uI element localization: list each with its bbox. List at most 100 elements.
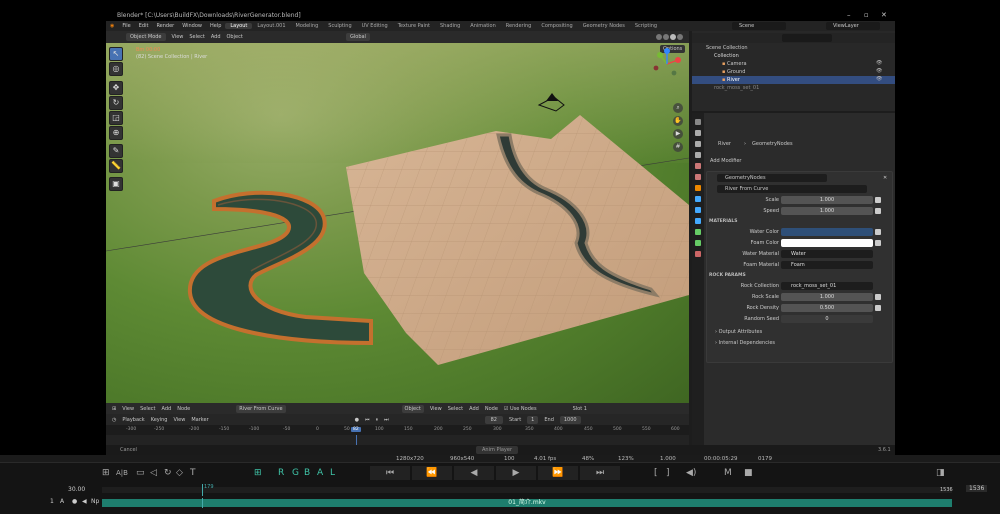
channel-l[interactable]: L (330, 466, 335, 480)
tab-layout[interactable]: Layout (225, 23, 253, 29)
node-menu-add[interactable]: Add (162, 406, 172, 412)
select-box-tool-icon[interactable]: ↖ (109, 47, 123, 61)
text-icon[interactable]: T (190, 466, 196, 480)
3d-viewport[interactable]: Bm 00:00 (82) Scene Collection | River ↖… (106, 43, 689, 403)
keyframe-icon[interactable] (875, 294, 881, 300)
tab-texture-paint[interactable]: Texture Paint (393, 23, 435, 29)
anim-player-status[interactable]: Anim Player (476, 446, 518, 454)
view-layer-selector[interactable]: ViewLayer (826, 22, 880, 30)
node2-menu-node[interactable]: Node (485, 406, 498, 412)
node-menu-select[interactable]: Select (140, 406, 155, 412)
tab-shading[interactable]: Shading (435, 23, 465, 29)
current-frame-field[interactable]: 82 (484, 415, 503, 424)
physics-tab-icon[interactable] (695, 218, 701, 224)
object-tab-icon[interactable] (695, 185, 701, 191)
keyframe-icon[interactable] (875, 305, 881, 311)
add-modifier-button[interactable]: Add Modifier (710, 158, 742, 164)
keyframe-icon[interactable] (875, 208, 881, 214)
channel-a[interactable]: A (317, 466, 323, 480)
mark-out-icon[interactable]: ] (666, 466, 670, 480)
world-tab-icon[interactable] (695, 174, 701, 180)
data-tab-icon[interactable] (695, 240, 701, 246)
ab-compare-icon[interactable]: A|B (116, 466, 128, 480)
visibility-eye-icon[interactable]: 👁 (876, 68, 882, 74)
node-menu-view[interactable]: View (122, 406, 134, 412)
menu-edit[interactable]: Edit (135, 23, 153, 29)
menu-help[interactable]: Help (206, 23, 225, 29)
tool-tab-icon[interactable] (695, 119, 701, 125)
timeline-ruler[interactable]: -300 -250 -200 -150 -100 -50 0 50 82 100… (106, 425, 689, 435)
timeline-menu-view[interactable]: View (173, 417, 185, 423)
speed-field[interactable]: 1.000 (781, 207, 873, 215)
play-icon[interactable]: ▶ (496, 466, 536, 480)
close-icon[interactable]: ✕ (881, 10, 887, 21)
track-visibility-icon[interactable]: ● (72, 498, 77, 505)
rock-scale-field[interactable]: 1.000 (781, 293, 873, 301)
material-tab-icon[interactable] (695, 251, 701, 257)
menu-render[interactable]: Render (152, 23, 178, 29)
visibility-eye-icon[interactable]: 👁 (876, 76, 882, 82)
node-tree-selector[interactable]: River From Curve (236, 404, 286, 413)
rock-collection-field[interactable]: rock_moss_set_01 (781, 282, 873, 290)
move-tool-icon[interactable]: ✥ (109, 81, 123, 95)
pause-icon[interactable]: ⏸ (376, 417, 379, 423)
outliner-row-camera[interactable]: ▪ Camera (692, 60, 895, 68)
menu-file[interactable]: File (118, 23, 134, 29)
step-back-icon[interactable]: ⏪ (412, 466, 452, 480)
material-shading-icon[interactable] (670, 34, 676, 40)
outliner-row-river[interactable]: ▪ River (692, 76, 895, 84)
keyframe-icon[interactable] (875, 240, 881, 246)
viewport-menu-add[interactable]: Add (211, 34, 221, 40)
keyframe-icon[interactable] (875, 229, 881, 235)
transform-tool-icon[interactable]: ⊕ (109, 126, 123, 140)
object-mode-dropdown[interactable]: Object Mode (126, 33, 166, 41)
end-frame-field[interactable]: 1000 (559, 415, 581, 424)
mark-in-icon[interactable]: [ (654, 466, 658, 480)
remove-modifier-icon[interactable]: ✕ (883, 174, 887, 183)
foam-material-field[interactable]: Foam (781, 261, 873, 269)
node2-menu-view[interactable]: View (430, 406, 442, 412)
record-icon[interactable]: ● (355, 417, 359, 423)
internal-dependencies-subpanel[interactable]: › Internal Dependencies (707, 339, 892, 348)
menu-window[interactable]: Window (178, 23, 206, 29)
timeline-menu-keying[interactable]: Keying (151, 417, 168, 423)
jump-end-icon[interactable]: ⏭ (384, 417, 389, 423)
jump-start-icon[interactable]: ⏮ (365, 417, 370, 423)
add-cube-tool-icon[interactable]: ▣ (109, 177, 123, 191)
timeline-menu-marker[interactable]: Marker (191, 417, 208, 423)
stop-icon[interactable]: ■ (744, 466, 753, 480)
viewport-menu-view[interactable]: View (172, 34, 184, 40)
tab-compositing[interactable]: Compositing (536, 23, 577, 29)
playhead-frame[interactable]: 82 (351, 427, 361, 432)
seek-playhead[interactable] (202, 484, 203, 496)
outliner-row-rock-set[interactable]: rock_moss_set_01 (692, 84, 895, 92)
rotate-tool-icon[interactable]: ↻ (109, 96, 123, 110)
timeline-editor-icon[interactable]: ◷ (112, 417, 116, 423)
node2-menu-select[interactable]: Select (448, 406, 463, 412)
marker-m-icon[interactable]: M (724, 466, 732, 480)
editor-type-icon[interactable]: ⊞ (112, 406, 116, 412)
node-menu-node[interactable]: Node (177, 406, 190, 412)
wireframe-shading-icon[interactable] (656, 34, 662, 40)
navigation-gizmo[interactable] (650, 47, 684, 81)
channel-g[interactable]: G (292, 466, 299, 480)
sidebar-toggle-icon[interactable]: ◨ (936, 466, 945, 480)
object-selector[interactable]: Object (401, 404, 424, 413)
scale-field[interactable]: 1.000 (781, 196, 873, 204)
skip-to-start-icon[interactable]: ⏮ (370, 466, 410, 480)
use-nodes-checkbox[interactable]: ☑ Use Nodes (504, 406, 537, 412)
sound-icon[interactable]: ◁ (150, 466, 157, 480)
render-tab-icon[interactable] (695, 130, 701, 136)
keyframe-icon[interactable] (875, 197, 881, 203)
random-seed-field[interactable]: 0 (781, 315, 873, 323)
channel-b[interactable]: B (304, 466, 310, 480)
volume-icon[interactable]: ◀) (686, 466, 696, 480)
water-color-swatch[interactable] (781, 228, 873, 236)
split-view-icon[interactable]: ⊞ (254, 466, 262, 480)
minimize-icon[interactable]: – (847, 10, 851, 21)
slot-selector[interactable]: Slot 1 (573, 406, 587, 412)
blender-logo-icon[interactable]: ◉ (106, 23, 118, 29)
play-reverse-icon[interactable]: ◀ (454, 466, 494, 480)
tab-modeling[interactable]: Modeling (291, 23, 324, 29)
constraints-tab-icon[interactable] (695, 229, 701, 235)
